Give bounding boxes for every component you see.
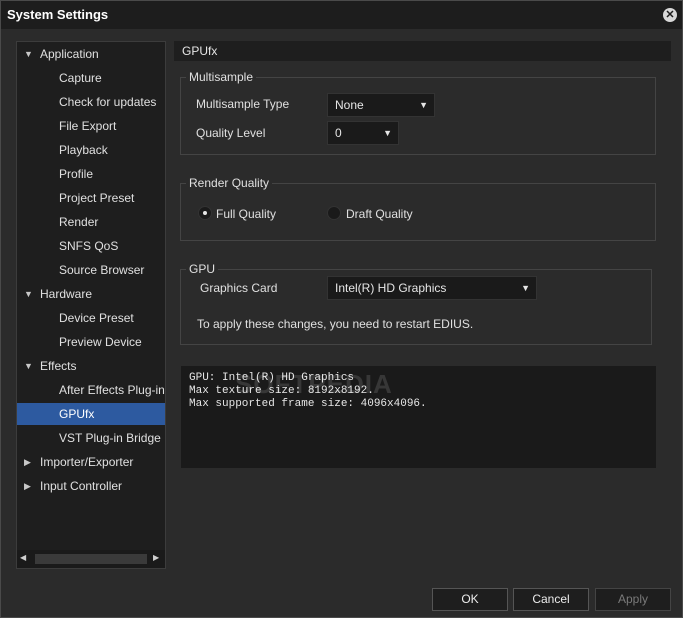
close-icon[interactable]: ✕ <box>663 8 677 22</box>
tree-item[interactable]: Capture <box>17 67 165 89</box>
tree-item-label: SNFS QoS <box>59 239 119 253</box>
full-quality-radio[interactable] <box>198 206 212 220</box>
tree-item-label: Render <box>59 215 99 229</box>
tree-item[interactable]: Source Browser <box>17 259 165 281</box>
draft-quality-label[interactable]: Draft Quality <box>346 207 413 221</box>
collapsed-triangle-icon[interactable]: ▶ <box>24 475 31 497</box>
tree-item-label: GPUfx <box>59 407 95 421</box>
tree-item-label: Playback <box>59 143 108 157</box>
tree-item[interactable]: ▼ Effects <box>17 355 165 377</box>
tree-item[interactable]: Check for updates <box>17 91 165 113</box>
multisample-type-value: None <box>335 98 364 112</box>
tree-item-label: Project Preset <box>59 191 135 205</box>
tree-item-label: Preview Device <box>59 335 142 349</box>
tree-item-label: Importer/Exporter <box>40 455 134 469</box>
tree-item[interactable]: After Effects Plug-in Bridge <box>17 379 165 401</box>
tree-item-label: Application <box>40 47 99 61</box>
multisample-type-label: Multisample Type <box>196 97 290 111</box>
tree-item[interactable]: Profile <box>17 163 165 185</box>
quality-level-select[interactable]: 0 ▼ <box>327 121 399 145</box>
title-bar: System Settings ✕ <box>1 1 682 29</box>
render-quality-group-title: Render Quality <box>186 176 273 190</box>
graphics-card-label: Graphics Card <box>200 281 278 295</box>
graphics-card-value: Intel(R) HD Graphics <box>335 281 447 295</box>
tree-item-label: Device Preset <box>59 311 134 325</box>
tree-item[interactable]: File Export <box>17 115 165 137</box>
chevron-down-icon: ▼ <box>521 283 530 293</box>
scroll-left-icon[interactable]: ◀ <box>20 553 26 562</box>
collapsed-triangle-icon[interactable]: ▶ <box>24 451 31 473</box>
scrollbar-thumb[interactable] <box>35 554 147 564</box>
gpu-group-title: GPU <box>186 262 219 276</box>
watermark-logo: SOFTPEDIA <box>235 369 393 399</box>
tree-item-label: After Effects Plug-in Bridge <box>59 383 165 397</box>
scroll-right-icon[interactable]: ▶ <box>153 553 159 562</box>
tree-item[interactable]: Render <box>17 211 165 233</box>
quality-level-value: 0 <box>335 126 342 140</box>
multisample-type-select[interactable]: None ▼ <box>327 93 435 117</box>
full-quality-label[interactable]: Full Quality <box>216 207 276 221</box>
tree-item-label: File Export <box>59 119 117 133</box>
tree-item[interactable]: Device Preset <box>17 307 165 329</box>
expanded-triangle-icon[interactable]: ▼ <box>24 283 33 305</box>
tree-item[interactable]: Preview Device <box>17 331 165 353</box>
quality-level-label: Quality Level <box>196 126 266 140</box>
tree-item[interactable]: ▼ Hardware <box>17 283 165 305</box>
tree-item-label: Input Controller <box>40 479 123 493</box>
panel-title: GPUfx <box>182 44 218 58</box>
expanded-triangle-icon[interactable]: ▼ <box>24 355 33 377</box>
tree-item[interactable]: ▶ Importer/Exporter <box>17 451 165 473</box>
settings-tree: ▼ Application Capture Check for updates File… <box>16 41 166 569</box>
tree-item[interactable]: ▶ Input Controller <box>17 475 165 497</box>
tree-item[interactable]: SNFS QoS <box>17 235 165 257</box>
tree-item[interactable]: Playback <box>17 139 165 161</box>
restart-note: To apply these changes, you need to rest… <box>197 317 474 331</box>
tree-item-label: Source Browser <box>59 263 145 277</box>
horizontal-scrollbar[interactable]: ◀ ▶ <box>17 550 165 568</box>
tree-item[interactable]: GPUfx <box>17 403 165 425</box>
window-title: System Settings <box>7 7 109 22</box>
tree-item-label: Profile <box>59 167 94 181</box>
tree-item-label: Effects <box>40 359 77 373</box>
tree-item-label: Hardware <box>40 287 93 301</box>
draft-quality-radio[interactable] <box>327 206 341 220</box>
panel-header: GPUfx <box>174 41 671 61</box>
tree-item-label: VST Plug-in Bridge <box>59 431 161 445</box>
tree-item[interactable]: VST Plug-in Bridge <box>17 427 165 449</box>
expanded-triangle-icon[interactable]: ▼ <box>24 43 33 65</box>
ok-button[interactable]: OK <box>432 588 508 611</box>
cancel-button[interactable]: Cancel <box>513 588 589 611</box>
system-settings-window: System Settings ✕ ▼ Application Capture Che… <box>0 0 683 618</box>
tree-item[interactable]: Project Preset <box>17 187 165 209</box>
tree-item-label: Check for updates <box>59 95 157 109</box>
tree-item[interactable]: ▼ Application <box>17 43 165 65</box>
chevron-down-icon: ▼ <box>419 100 428 110</box>
chevron-down-icon: ▼ <box>383 128 392 138</box>
tree-item-label: Capture <box>59 71 102 85</box>
graphics-card-select[interactable]: Intel(R) HD Graphics ▼ <box>327 276 537 300</box>
apply-button[interactable]: Apply <box>595 588 671 611</box>
multisample-group-title: Multisample <box>186 70 257 84</box>
